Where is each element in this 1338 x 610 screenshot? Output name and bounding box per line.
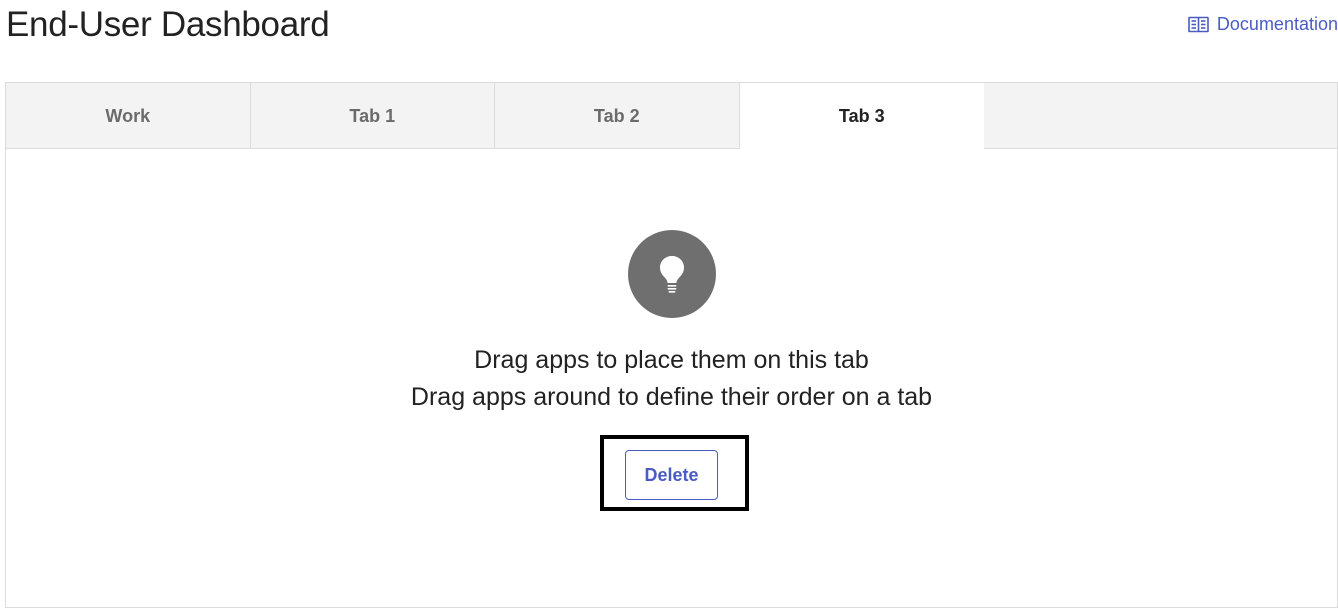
tab-1[interactable]: Tab 1 [251,83,495,149]
dashboard-page: End-User Dashboard Documentation Work Ta… [0,0,1338,610]
empty-tab-state: Drag apps to place them on this tab Drag… [6,149,1337,607]
page-title: End-User Dashboard [6,5,330,44]
tab-3[interactable]: Tab 3 [739,83,984,150]
tab-work[interactable]: Work [6,83,251,149]
hint-line-2: Drag apps around to define their order o… [410,383,933,411]
lightbulb-icon [628,230,716,318]
documentation-link-label: Documentation [1216,14,1338,34]
tab-bar: Work Tab 1 Tab 2 Tab 3 [6,83,1337,150]
delete-button[interactable]: Delete [625,450,718,500]
tab-panel: Work Tab 1 Tab 2 Tab 3 Drag apps to plac… [5,82,1338,608]
documentation-link[interactable]: Documentation [1188,12,1338,36]
book-icon [1188,16,1209,33]
hint-line-1: Drag apps to place them on this tab [474,346,869,374]
tab-2[interactable]: Tab 2 [495,83,740,149]
